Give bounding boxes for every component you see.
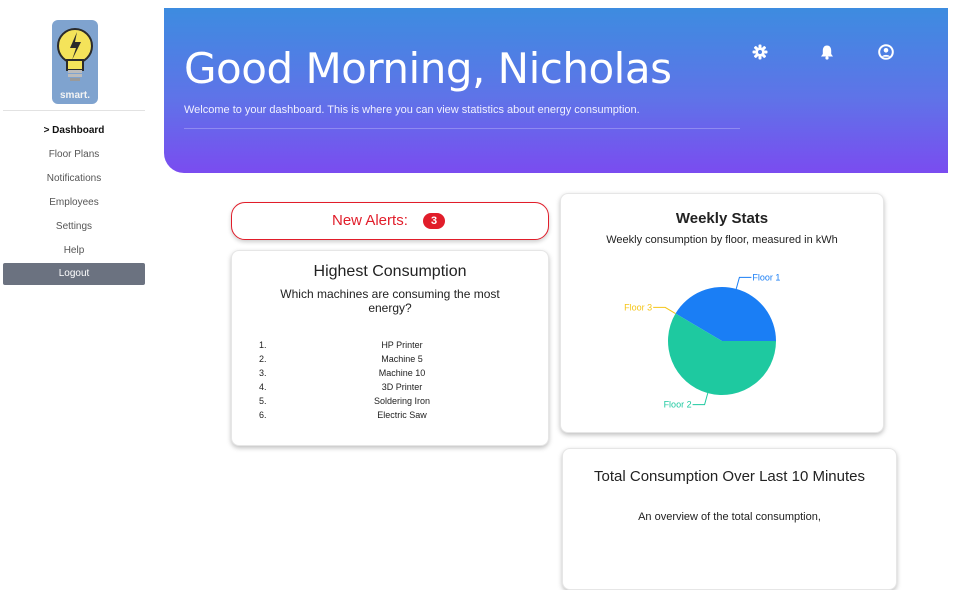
list-item-number: 3. <box>259 368 267 378</box>
list-item: 6. Electric Saw <box>232 410 548 424</box>
header-banner: Good Morning, Nicholas Welcome to your d… <box>164 8 948 173</box>
greeting-title: Good Morning, Nicholas <box>184 44 672 93</box>
highest-consumption-subtitle: Which machines are consuming the most en… <box>280 287 500 315</box>
list-item: 5. Soldering Iron <box>232 396 548 410</box>
weekly-pie-chart: Floor 1 Floor 3 Floor 2 <box>624 272 780 410</box>
list-item-number: 5. <box>259 396 267 406</box>
pie-label-floor-3: Floor 3 <box>624 302 652 312</box>
list-item: 4. 3D Printer <box>232 382 548 396</box>
list-item-name: Machine 10 <box>378 368 426 378</box>
total-consumption-title: Total Consumption Over Last 10 Minutes <box>594 468 865 485</box>
highest-consumption-card: Highest Consumption Which machines are c… <box>231 250 549 446</box>
pie-leader-line <box>735 276 752 290</box>
new-alerts-button[interactable]: New Alerts: 3 <box>231 202 549 240</box>
gear-icon[interactable] <box>752 44 768 60</box>
logout-button[interactable]: Logout <box>3 263 145 285</box>
list-item: 1. HP Printer <box>232 340 548 354</box>
total-consumption-subtitle: An overview of the total consumption, <box>638 511 821 523</box>
sidebar-item-dashboard[interactable]: > Dashboard <box>3 122 145 146</box>
list-item-name: Machine 5 <box>381 354 423 364</box>
list-item-name: HP Printer <box>381 340 423 350</box>
pie-leader-line <box>653 306 676 314</box>
welcome-text: Welcome to your dashboard. This is where… <box>184 104 640 116</box>
list-item: 3. Machine 10 <box>232 368 548 382</box>
bell-icon[interactable] <box>819 44 835 60</box>
weekly-stats-card: Weekly Stats Weekly consumption by floor… <box>560 193 884 433</box>
pie-label-floor-2: Floor 2 <box>664 400 692 410</box>
list-item-name: 3D Printer <box>381 382 423 392</box>
sidebar-divider <box>3 110 145 111</box>
sidebar-item-notifications[interactable]: Notifications <box>3 170 145 194</box>
sidebar-item-settings[interactable]: Settings <box>3 218 145 242</box>
list-item-number: 1. <box>259 340 267 350</box>
header-divider <box>184 128 740 129</box>
list-item-number: 2. <box>259 354 267 364</box>
list-item: 2. Machine 5 <box>232 354 548 368</box>
sidebar-nav: > Dashboard Floor Plans Notifications Em… <box>3 122 145 266</box>
sidebar-item-employees[interactable]: Employees <box>3 194 145 218</box>
list-item-number: 4. <box>259 382 267 392</box>
sidebar: smart. > Dashboard Floor Plans Notificat… <box>0 0 150 563</box>
pie-leader-line <box>692 392 709 406</box>
pie-label-floor-1: Floor 1 <box>752 272 780 282</box>
logo-text: smart. <box>59 90 90 101</box>
list-item-name: Soldering Iron <box>373 396 431 406</box>
list-item-number: 6. <box>259 410 267 420</box>
list-item-name: Electric Saw <box>377 410 427 420</box>
app-logo[interactable]: smart. <box>52 20 98 104</box>
alerts-count-badge: 3 <box>423 213 445 229</box>
highest-consumption-title: Highest Consumption <box>313 263 467 280</box>
sidebar-item-floor-plans[interactable]: Floor Plans <box>3 146 145 170</box>
new-alerts-label: New Alerts: <box>332 212 408 229</box>
user-circle-icon[interactable] <box>878 44 894 60</box>
total-consumption-card: Total Consumption Over Last 10 Minutes A… <box>562 448 897 590</box>
